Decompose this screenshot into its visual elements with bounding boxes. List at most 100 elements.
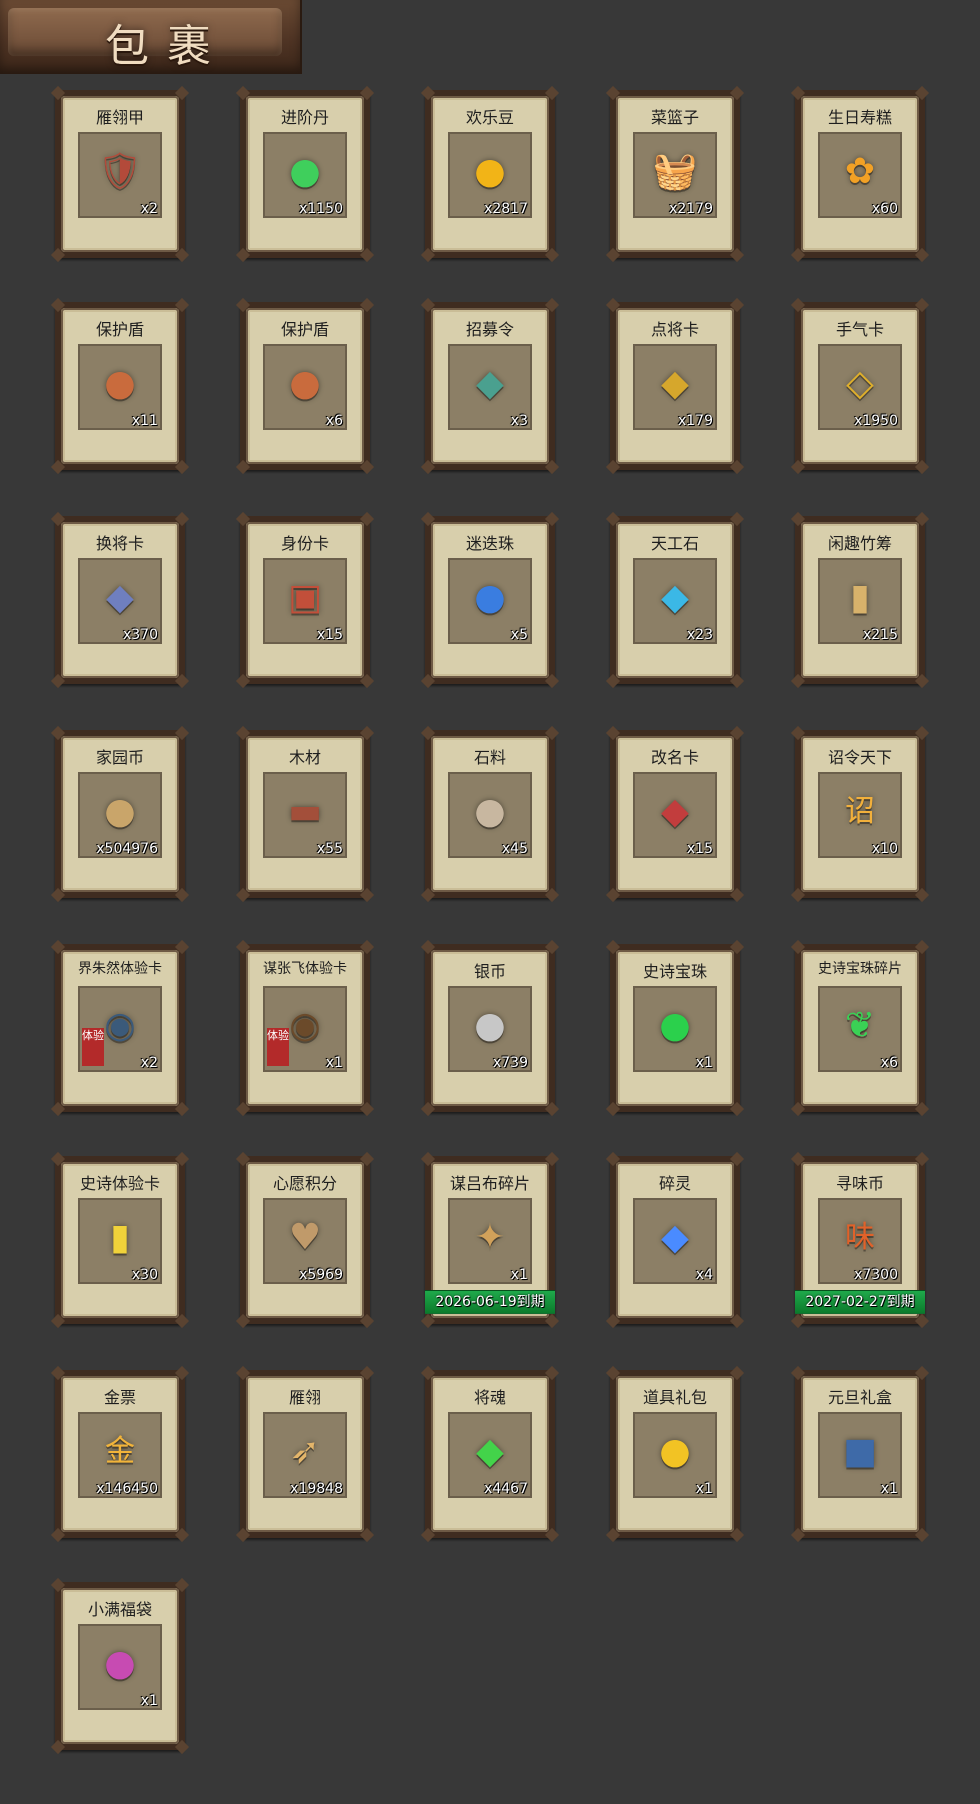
inventory-item[interactable]: 保护盾 ● x11 xyxy=(50,297,190,475)
item-icon-frame: ● x739 xyxy=(448,986,532,1072)
inventory-item[interactable]: 心愿积分 ♥ x5969 xyxy=(235,1151,375,1329)
inventory-item[interactable]: 手气卡 ◇ x1950 xyxy=(790,297,930,475)
inventory-item[interactable]: 雁翎 ➶ x19848 xyxy=(235,1365,375,1543)
item-quantity: x5969 xyxy=(299,1267,343,1283)
inventory-item[interactable]: 石料 ● x45 xyxy=(420,725,560,903)
item-name: 石料 xyxy=(473,748,506,767)
item-icon-frame: 金 x146450 xyxy=(78,1412,162,1498)
hero-shard-icon: ✦ xyxy=(474,1216,506,1258)
inventory-item[interactable]: 寻味币味 x7300 2027-02-27到期 xyxy=(790,1151,930,1329)
item-icon-frame: 🛡 x2 xyxy=(78,132,162,218)
general-card-icon: ◆ xyxy=(661,362,689,404)
inventory-item[interactable]: 史诗宝珠碎片 ❦ x6 xyxy=(790,939,930,1117)
item-name: 雁翎甲 xyxy=(95,108,144,127)
inventory-item[interactable]: 招募令 ◆ x3 xyxy=(420,297,560,475)
item-icon-frame: ◆ x4467 xyxy=(448,1412,532,1498)
general-soul-icon: ◆ xyxy=(476,1430,504,1472)
item-name: 点将卡 xyxy=(650,320,699,339)
inventory-item[interactable]: 银币 ● x739 xyxy=(420,939,560,1117)
item-name: 银币 xyxy=(473,962,506,981)
item-quantity: x55 xyxy=(316,841,343,857)
inventory-item[interactable]: 道具礼包 ● x1 xyxy=(605,1365,745,1543)
item-quantity: x1 xyxy=(695,1481,713,1497)
inventory-item[interactable]: 欢乐豆 ● x2817 xyxy=(420,85,560,263)
blue-orb-icon: ● xyxy=(474,576,506,618)
inventory-item[interactable]: 金票金 x146450 xyxy=(50,1365,190,1543)
epic-trial-card-icon: ▮ xyxy=(110,1216,130,1258)
vegetable-basket-icon: 🧺 xyxy=(652,150,698,192)
inventory-item[interactable]: 生日寿糕 ✿ x60 xyxy=(790,85,930,263)
inventory-item[interactable]: 迷迭珠 ● x5 xyxy=(420,511,560,689)
home-coin-icon: ● xyxy=(104,790,136,832)
inventory-item[interactable]: 史诗体验卡 ▮ x30 xyxy=(50,1151,190,1329)
inventory-item[interactable]: 身份卡 ▣ x15 xyxy=(235,511,375,689)
item-name: 史诗宝珠碎片 xyxy=(818,961,902,977)
rename-card-icon: ◆ xyxy=(661,790,689,832)
crystal-icon: ◆ xyxy=(661,576,689,618)
expiry-banner: 2026-06-19到期 xyxy=(425,1290,555,1314)
item-quantity: x4 xyxy=(695,1267,713,1283)
item-quantity: x11 xyxy=(131,413,158,429)
inventory-item[interactable]: 小满福袋 ● x1 xyxy=(50,1577,190,1755)
inventory-item[interactable]: 进阶丹 ● x1150 xyxy=(235,85,375,263)
item-icon-frame: ◉ 体验 x2 xyxy=(78,986,162,1072)
item-name: 界朱然体验卡 xyxy=(78,961,162,977)
inventory-item[interactable]: 将魂 ◆ x4467 xyxy=(420,1365,560,1543)
item-icon-frame: ♥ x5969 xyxy=(263,1198,347,1284)
item-icon-frame: ◆ x4 xyxy=(633,1198,717,1284)
epic-orb-shard-icon: ❦ xyxy=(844,1004,876,1046)
item-quantity: x1150 xyxy=(299,201,343,217)
item-quantity: x10 xyxy=(871,841,898,857)
inventory-item[interactable]: 菜篮子 🧺 x2179 xyxy=(605,85,745,263)
inventory-item[interactable]: 天工石 ◆ x23 xyxy=(605,511,745,689)
gift-bag-icon: ● xyxy=(659,1430,691,1472)
item-quantity: x1 xyxy=(695,1055,713,1071)
item-name: 雁翎 xyxy=(288,1388,321,1407)
inventory-item[interactable]: 元旦礼盒 ■ x1 xyxy=(790,1365,930,1543)
item-icon-frame: ● x5 xyxy=(448,558,532,644)
inventory-item[interactable]: 史诗宝珠 ● x1 xyxy=(605,939,745,1117)
item-name: 招募令 xyxy=(465,320,514,339)
inventory-item[interactable]: 家园币 ● x504976 xyxy=(50,725,190,903)
item-quantity: x6 xyxy=(325,413,343,429)
item-icon-frame: ◆ x370 xyxy=(78,558,162,644)
inventory-item[interactable]: 保护盾 ● x6 xyxy=(235,297,375,475)
stone-icon: ● xyxy=(474,790,506,832)
inventory-item[interactable]: 谋张飞体验卡 ◉ 体验 x1 xyxy=(235,939,375,1117)
item-quantity: x5 xyxy=(510,627,528,643)
item-quantity: x4467 xyxy=(484,1481,528,1497)
lucky-bag-icon: ● xyxy=(104,1642,136,1684)
gold-beans-icon: ● xyxy=(474,150,506,192)
inventory-item[interactable]: 点将卡 ◆ x179 xyxy=(605,297,745,475)
item-icon-frame: ● x11 xyxy=(78,344,162,430)
item-quantity: x2179 xyxy=(669,201,713,217)
inventory-item[interactable]: 闲趣竹筹 ▮ x215 xyxy=(790,511,930,689)
inventory-item[interactable]: 谋吕布碎片 ✦ x1 2026-06-19到期 xyxy=(420,1151,560,1329)
shield-disc-icon: ● xyxy=(289,362,321,404)
item-name: 闲趣竹筹 xyxy=(827,534,892,553)
recruit-token-icon: ◆ xyxy=(476,362,504,404)
item-name: 保护盾 xyxy=(95,320,144,339)
inventory-item[interactable]: 木材 ▬ x55 xyxy=(235,725,375,903)
item-icon-frame: ◆ x15 xyxy=(633,772,717,858)
inventory-item[interactable]: 界朱然体验卡 ◉ 体验 x2 xyxy=(50,939,190,1117)
item-quantity: x19848 xyxy=(290,1481,343,1497)
item-icon-frame: ● x2817 xyxy=(448,132,532,218)
bamboo-tally-icon: ▮ xyxy=(850,576,870,618)
item-name: 史诗宝珠 xyxy=(642,962,707,981)
inventory-grid: 雁翎甲 🛡 x2 进阶丹 ● x1150 欢乐豆 ● x2817 菜篮子 🧺 x2179 生日寿糕 ✿ x6… xyxy=(0,0,980,1804)
inventory-item[interactable]: 换将卡 ◆ x370 xyxy=(50,511,190,689)
item-quantity: x504976 xyxy=(96,841,158,857)
item-icon-frame: 诏 x10 xyxy=(818,772,902,858)
item-quantity: x6 xyxy=(880,1055,898,1071)
edict-scroll-icon: 诏 xyxy=(845,793,875,829)
gold-ticket-icon: 金 xyxy=(105,1433,135,1469)
item-name: 谋张飞体验卡 xyxy=(263,961,347,977)
inventory-item[interactable]: 雁翎甲 🛡 x2 xyxy=(50,85,190,263)
inventory-item[interactable]: 改名卡 ◆ x15 xyxy=(605,725,745,903)
inventory-item[interactable]: 诏令天下诏 x10 xyxy=(790,725,930,903)
item-icon-frame: ➶ x19848 xyxy=(263,1412,347,1498)
inventory-item[interactable]: 碎灵 ◆ x4 xyxy=(605,1151,745,1329)
item-name: 谋吕布碎片 xyxy=(449,1174,530,1193)
item-icon-frame: ▬ x55 xyxy=(263,772,347,858)
